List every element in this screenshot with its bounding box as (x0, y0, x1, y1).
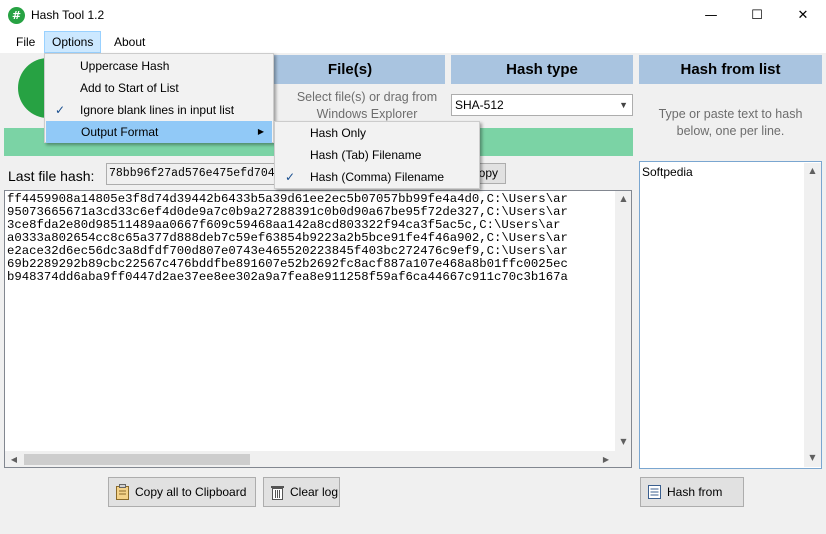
check-icon: ✓ (55, 103, 66, 117)
list-input-text: Softpedia (642, 165, 693, 179)
scroll-left-icon[interactable]: ◀ (9, 455, 19, 464)
menu-item-label: Hash Only (310, 126, 367, 140)
minimize-button[interactable]: — (688, 0, 734, 31)
scroll-right-icon[interactable]: ▶ (601, 455, 611, 464)
hash-type-value: SHA-512 (455, 98, 504, 112)
menu-item-label: Hash (Tab) Filename (310, 148, 422, 162)
hash-from-list-button[interactable]: Hash from List (640, 477, 744, 527)
list-hint-2: below, one per line. (676, 124, 785, 138)
options-menu: Uppercase Hash Add to Start of List ✓ Ig… (44, 53, 274, 143)
clear-log-label: Clear log (290, 485, 339, 499)
list-vertical-scrollbar[interactable]: ▲ ▼ (804, 163, 821, 467)
hash-type-select[interactable]: SHA-512 ▼ (451, 94, 633, 116)
scroll-down-icon[interactable]: ▼ (804, 453, 821, 462)
menu-add-to-start[interactable]: Add to Start of List (45, 77, 273, 99)
menu-hash-tab-filename[interactable]: Hash (Tab) Filename (275, 144, 479, 166)
log-line: b948374dd6aba9ff0447d2ae37ee8ee302a9a7fe… (7, 270, 568, 284)
menu-hash-only[interactable]: Hash Only (275, 122, 479, 144)
menu-file[interactable]: File (9, 31, 42, 53)
last-hash-field[interactable]: 78bb96f27ad576e475efd704a (106, 163, 276, 185)
list-header: Hash from list (639, 55, 822, 84)
maximize-button[interactable]: ☐ (734, 0, 780, 31)
copy-all-label: Copy all to Clipboard (135, 485, 247, 499)
menu-item-label: Hash (Comma) Filename (310, 170, 445, 184)
menu-item-label: Ignore blank lines in input list (80, 103, 235, 117)
horizontal-scroll-thumb[interactable] (24, 454, 250, 465)
app-icon: # (8, 7, 25, 24)
last-hash-label: Last file hash: (8, 168, 95, 184)
copy-all-button[interactable]: Copy all to Clipboard (108, 477, 256, 507)
log-horizontal-scrollbar[interactable]: ◀ ▶ (5, 451, 631, 467)
hash-log[interactable]: ff4459908a14805e3f8d74d39442b6433b5a39d6… (4, 190, 632, 468)
menu-item-label: Output Format (81, 125, 159, 139)
status-bar (0, 512, 826, 534)
close-button[interactable]: ✕ (780, 0, 826, 31)
menu-options[interactable]: Options (44, 31, 102, 53)
list-hint-1: Type or paste text to hash (658, 107, 803, 121)
menu-ignore-blank-lines[interactable]: ✓ Ignore blank lines in input list (45, 99, 273, 121)
scroll-up-icon[interactable]: ▲ (804, 166, 821, 175)
menu-item-label: Add to Start of List (80, 81, 179, 95)
menu-output-format[interactable]: Output Format ▶ (46, 121, 272, 143)
clear-log-button[interactable]: Clear log (263, 477, 340, 507)
scroll-up-icon[interactable]: ▲ (615, 194, 631, 203)
output-format-submenu: Hash Only Hash (Tab) Filename ✓ Hash (Co… (274, 121, 480, 189)
files-hint-1: Select file(s) or drag from (296, 90, 438, 104)
menu-uppercase-hash[interactable]: Uppercase Hash (45, 55, 273, 77)
menu-about[interactable]: About (107, 31, 152, 53)
menu-item-label: Uppercase Hash (80, 59, 170, 73)
scroll-down-icon[interactable]: ▼ (615, 437, 631, 446)
files-header[interactable]: File(s) (255, 55, 445, 84)
list-icon (648, 485, 661, 499)
menu-hash-comma-filename[interactable]: ✓ Hash (Comma) Filename (275, 166, 479, 188)
hash-type-header: Hash type (451, 55, 633, 84)
check-icon: ✓ (285, 170, 296, 184)
chevron-down-icon: ▼ (619, 100, 628, 110)
clipboard-icon (116, 484, 129, 500)
window-title: Hash Tool 1.2 (31, 8, 105, 22)
submenu-arrow-icon: ▶ (257, 127, 264, 136)
log-vertical-scrollbar[interactable]: ▲ ▼ (615, 191, 631, 451)
list-input[interactable]: Softpedia ▲ ▼ (639, 161, 822, 469)
log-lines: ff4459908a14805e3f8d74d39442b6433b5a39d6… (7, 193, 615, 284)
trash-icon (271, 486, 284, 500)
